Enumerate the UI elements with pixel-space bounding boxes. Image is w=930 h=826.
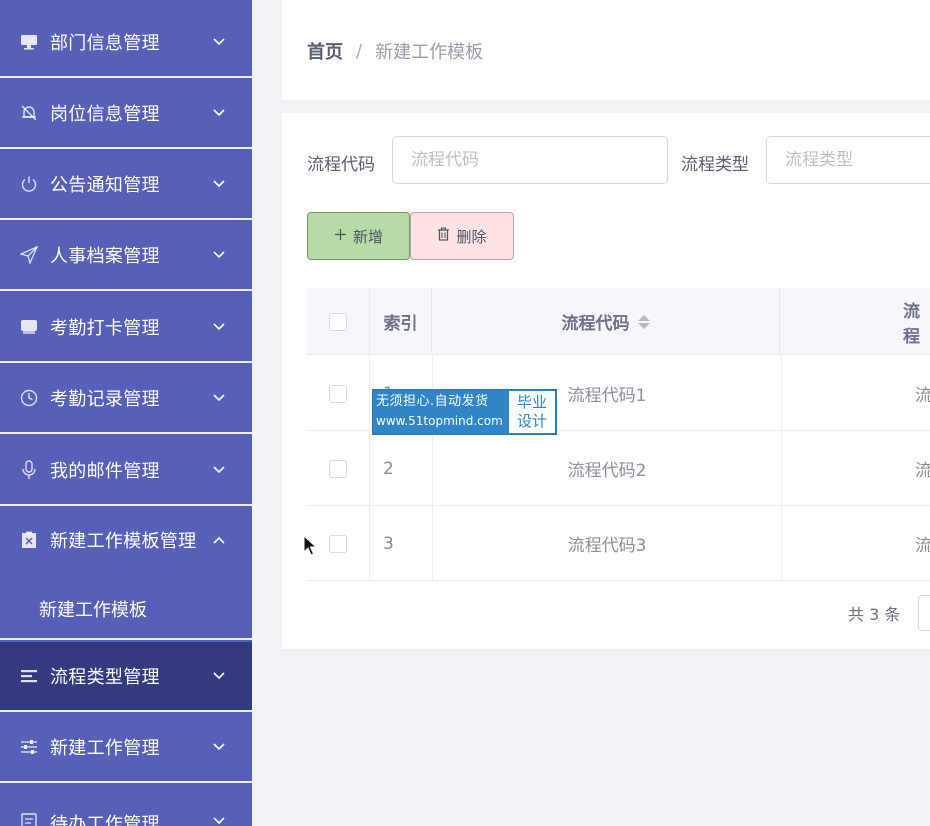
power-icon: [19, 174, 39, 194]
ad-line1: 无须担心.自动发货: [376, 394, 489, 409]
table-header: 索引 流程代码 流程: [307, 288, 930, 355]
chevron-down-icon: [212, 669, 226, 683]
header-code[interactable]: 流程代码: [432, 288, 780, 355]
row-select-cell: [307, 431, 370, 506]
sidebar-item-position[interactable]: 岗位信息管理: [0, 79, 252, 149]
code-input[interactable]: [392, 136, 668, 184]
breadcrumb-panel: 首页 / 新建工作模板: [282, 0, 930, 100]
sidebar-item-label: 岗位信息管理: [50, 104, 160, 125]
row-index: 2: [370, 431, 433, 506]
sidebar-item-label: 考勤打卡管理: [50, 318, 160, 339]
sidebar-item-label: 待办工作管理: [50, 814, 160, 826]
send-icon: [19, 245, 39, 265]
list-icon: [19, 666, 39, 686]
row-checkbox[interactable]: [329, 534, 347, 553]
sidebar-item-attendance-clock[interactable]: 考勤打卡管理: [0, 293, 252, 363]
ad-badge-line2: 设计: [516, 412, 547, 430]
chevron-down-icon: [212, 106, 226, 120]
sidebar-item-notice[interactable]: 公告通知管理: [0, 150, 252, 220]
inbox-icon: [19, 317, 39, 337]
add-button-label: 新增: [352, 227, 383, 246]
header-type: 流程: [903, 301, 920, 347]
header-index: 索引: [370, 288, 432, 355]
ad-line2: www.51topmind.com: [376, 414, 503, 428]
trash-icon: [437, 227, 450, 245]
sliders-icon: [19, 737, 39, 757]
chevron-down-icon: [212, 248, 226, 262]
table-row: 2 流程代码2 流: [307, 431, 930, 506]
sidebar-item-label: 流程类型管理: [50, 667, 160, 688]
row-type: 流: [915, 536, 930, 556]
microphone-icon: [19, 460, 39, 480]
row-index: 3: [370, 506, 433, 581]
breadcrumb-current: 新建工作模板: [375, 42, 484, 63]
row-type: 流: [915, 461, 930, 481]
chevron-down-icon: [212, 320, 226, 334]
chevron-down-icon: [212, 463, 226, 477]
sidebar-item-label: 公告通知管理: [50, 175, 160, 196]
sidebar-item-attendance-records[interactable]: 考勤记录管理: [0, 364, 252, 434]
chevron-down-icon: [212, 391, 226, 405]
sidebar-item-personnel[interactable]: 人事档案管理: [0, 221, 252, 291]
chevron-down-icon: [212, 814, 226, 826]
clock-icon: [19, 388, 39, 408]
add-button[interactable]: 新增: [307, 212, 410, 260]
chevron-down-icon: [212, 740, 226, 754]
row-checkbox[interactable]: [329, 384, 347, 403]
row-type: 流: [915, 386, 930, 406]
sidebar-item-mail[interactable]: 我的邮件管理: [0, 436, 252, 506]
mouse-cursor-icon: [303, 535, 317, 556]
breadcrumb-separator: /: [356, 40, 363, 62]
row-code: 流程代码2: [433, 431, 782, 506]
clipboard-icon: [19, 530, 39, 550]
row-select-cell: [307, 356, 370, 431]
header-code-label: 流程代码: [561, 314, 630, 334]
ad-text: 无须担心.自动发货 www.51topmind.com: [376, 393, 509, 431]
sidebar-item-label: 新建工作模板管理: [50, 530, 197, 552]
select-all-checkbox[interactable]: [329, 312, 347, 331]
submenu-item-template[interactable]: 新建工作模板: [0, 572, 252, 640]
row-checkbox[interactable]: [329, 459, 347, 478]
sidebar-item-label: 人事档案管理: [50, 246, 160, 267]
bell-off-icon: [19, 103, 39, 123]
chevron-up-icon: [212, 533, 226, 547]
type-label: 流程类型: [681, 155, 749, 175]
sidebar-item-label: 新建工作管理: [50, 738, 160, 759]
sidebar-item-label: 考勤记录管理: [50, 389, 160, 410]
sidebar-item-template[interactable]: 新建工作模板管理: [0, 507, 252, 572]
breadcrumb-home[interactable]: 首页: [307, 38, 343, 64]
chevron-down-icon: [212, 35, 226, 49]
code-label: 流程代码: [307, 155, 375, 175]
sidebar-item-todo[interactable]: 待办工作管理: [0, 784, 252, 826]
plus-icon: [334, 227, 347, 245]
header-select-cell: [307, 288, 370, 355]
table-row: 3 流程代码3 流: [307, 506, 930, 581]
sidebar: 部门信息管理 岗位信息管理 公告通知管理 人事档案管理 考勤打卡管理 考勤记录管…: [0, 0, 252, 826]
sidebar-item-department[interactable]: 部门信息管理: [0, 8, 252, 78]
sort-icon[interactable]: [637, 314, 650, 329]
ad-badge-line1: 毕业: [516, 393, 547, 411]
document-icon: [19, 812, 39, 826]
row-code: 流程代码3: [433, 506, 782, 581]
sidebar-item-label: 我的邮件管理: [50, 461, 160, 482]
sidebar-item-process-type[interactable]: 流程类型管理: [0, 642, 252, 712]
ad-badge: 毕业 设计: [509, 391, 555, 433]
breadcrumb: 首页 / 新建工作模板: [307, 38, 483, 64]
delete-button-label: 删除: [456, 227, 487, 246]
monitor-icon: [19, 32, 39, 52]
delete-button[interactable]: 删除: [410, 212, 514, 260]
page-size-select[interactable]: [918, 595, 930, 631]
chevron-down-icon: [212, 177, 226, 191]
watermark-ad: 无须担心.自动发货 www.51topmind.com 毕业 设计: [372, 389, 557, 435]
sidebar-item-new-work[interactable]: 新建工作管理: [0, 713, 252, 783]
main-panel: 流程代码 流程类型 新增 删除 索引 流程代码 流程 1 流程代: [282, 113, 930, 649]
sidebar-item-label: 部门信息管理: [50, 33, 160, 54]
pagination-total: 共 3 条: [848, 605, 901, 624]
submenu-item-label: 新建工作模板: [39, 600, 147, 621]
type-input[interactable]: [766, 136, 930, 184]
